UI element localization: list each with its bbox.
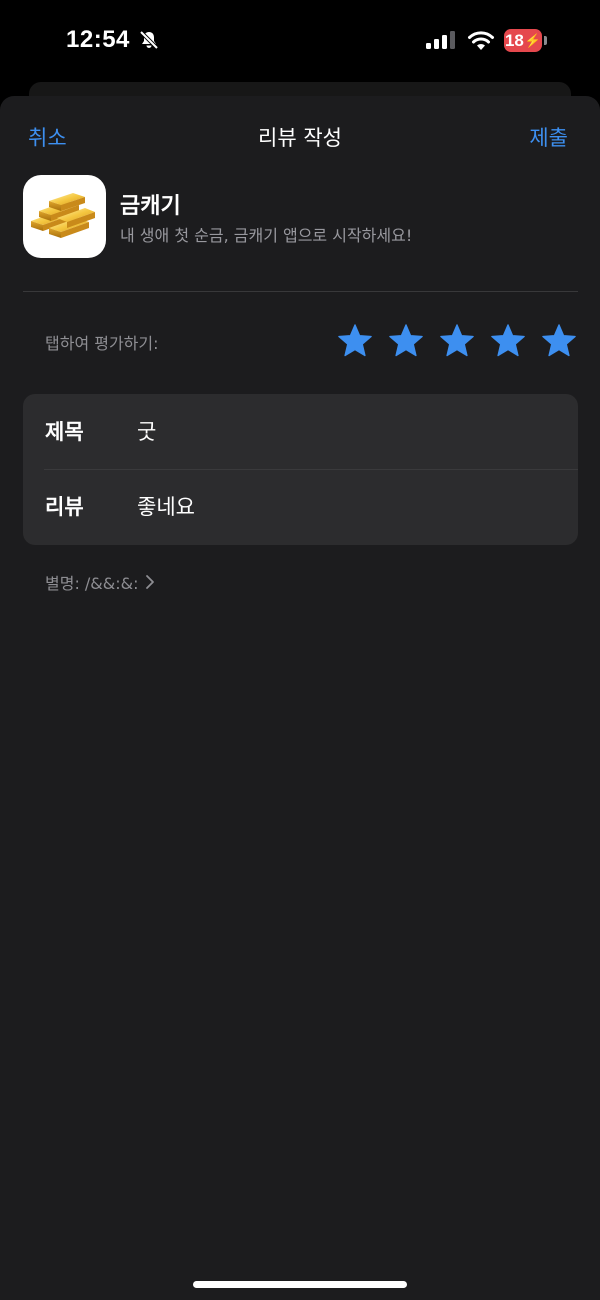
wifi-icon (467, 30, 495, 52)
title-field-label: 제목 (45, 420, 84, 444)
star-5[interactable] (540, 322, 578, 360)
nickname-link[interactable]: 별명: /&&:&: (45, 570, 155, 594)
battery-charging-icon: 18 ⚡ (504, 29, 548, 52)
star-3[interactable] (438, 322, 476, 360)
review-field[interactable]: 리뷰 좋네요 (23, 469, 578, 544)
cellular-signal-icon (426, 30, 456, 50)
gold-bars-icon (23, 175, 106, 258)
star-rating[interactable] (336, 322, 581, 362)
review-field-label: 리뷰 (45, 495, 84, 519)
star-4[interactable] (489, 322, 527, 360)
home-indicator (193, 1281, 407, 1288)
page-title: 리뷰 작성 (258, 126, 342, 150)
battery-level-text: 18 (504, 30, 524, 50)
title-field[interactable]: 제목 굿 (23, 394, 578, 469)
divider (23, 291, 578, 292)
app-name: 금캐기 (120, 194, 181, 219)
app-subtitle: 내 생애 첫 순금, 금캐기 앱으로 시작하세요! (120, 226, 413, 245)
status-bar: 12:54 18 ⚡ (0, 0, 600, 82)
star-1[interactable] (336, 322, 374, 360)
bell-slash-icon (138, 29, 160, 51)
title-field-value[interactable]: 굿 (137, 416, 156, 446)
nickname-text: 별명: /&&:&: (45, 574, 139, 593)
chevron-right-icon (145, 575, 154, 589)
battery-level: 18 ⚡ (504, 29, 542, 52)
status-time: 12:54 (66, 26, 130, 53)
rating-label: 탭하여 평가하기: (45, 334, 159, 353)
battery-cap (544, 36, 547, 45)
review-field-value[interactable]: 좋네요 (137, 491, 195, 521)
bolt-icon: ⚡ (524, 32, 542, 48)
review-form: 제목 굿 리뷰 좋네요 (23, 394, 578, 545)
submit-button[interactable]: 제출 (529, 122, 568, 152)
star-2[interactable] (387, 322, 425, 360)
review-sheet (0, 96, 600, 1300)
